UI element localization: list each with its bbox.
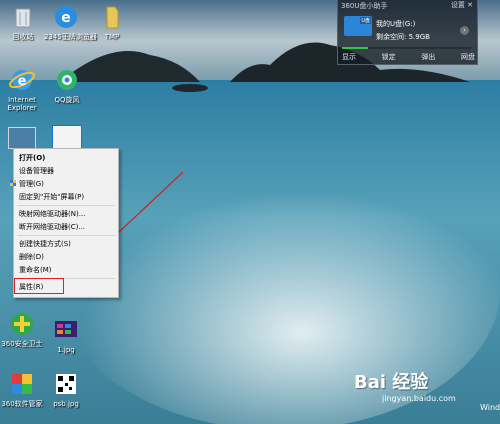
- computer-icon[interactable]: [8, 127, 36, 149]
- desktop-icon-360-security[interactable]: 360安全卫士: [0, 310, 44, 348]
- watermark-url: jingyan.baidu.com: [382, 394, 456, 403]
- menu-item-open[interactable]: 打开(O): [19, 153, 45, 163]
- chevron-right-icon[interactable]: ›: [460, 26, 469, 35]
- menu-item-disconnect-drive[interactable]: 断开网络驱动器(C)...: [19, 222, 85, 232]
- eject-button[interactable]: 弹出: [421, 52, 435, 62]
- context-menu: 打开(O) 设备管理器 管理(G) 固定到"开始"屏幕(P) 映射网络驱动器(N…: [10, 148, 119, 298]
- menu-item-label: 管理(G): [19, 180, 44, 188]
- desktop-icon-recycle-bin[interactable]: 回收站: [1, 3, 45, 41]
- svg-text:e: e: [18, 74, 27, 89]
- 360-software-icon: [12, 374, 32, 394]
- menu-separator: [17, 235, 115, 236]
- recycle-bin-icon: [15, 8, 31, 28]
- drive-name: 我的U盘(G:): [376, 20, 416, 28]
- desktop-icon-label: QQ旋风: [54, 96, 80, 104]
- widget-title: 360U盘小助手: [341, 2, 388, 10]
- menu-item-device-manager[interactable]: 设备管理器: [19, 166, 54, 176]
- desktop-icon-label: 回收站: [12, 33, 34, 41]
- widget-controls[interactable]: 设置 ✕: [451, 0, 473, 10]
- drive-free-space: 剩余空间: 5.9GB: [376, 33, 430, 41]
- desktop-icon-label: 2345王牌浏览器: [44, 33, 97, 41]
- show-button[interactable]: 显示: [342, 52, 356, 62]
- cloud-disk-button[interactable]: 网盘: [461, 52, 475, 62]
- desktop-icon-360-software[interactable]: 360软件管家: [0, 370, 44, 408]
- usb-drive-widget: 360U盘小助手 设置 ✕ U盘 我的U盘(G:) 剩余空间: 5.9GB › …: [337, 0, 478, 65]
- menu-item-map-drive[interactable]: 映射网络驱动器(N)...: [19, 209, 85, 219]
- shield-icon: [10, 180, 16, 186]
- desktop-icon-label: 360软件管家: [1, 400, 43, 408]
- qr-code-image-icon: [56, 374, 76, 394]
- menu-item-create-shortcut[interactable]: 创建快捷方式(S): [19, 239, 71, 249]
- desktop-icon-1jpg[interactable]: 1.jpg: [44, 316, 88, 354]
- baidu-jingyan-logo: Bai 经验: [354, 372, 429, 393]
- folder-icon: [106, 6, 119, 29]
- desktop-icon-label: 360安全卫士: [1, 340, 43, 348]
- menu-item-delete[interactable]: 删除(D): [19, 252, 44, 262]
- finance-app-icon[interactable]: [52, 125, 82, 149]
- desktop-icon-psbjpg[interactable]: psb.jpg: [44, 370, 88, 408]
- ie-e-icon: e: [55, 6, 77, 28]
- desktop-icon-browser[interactable]: e 2345王牌浏览器: [44, 3, 97, 41]
- usb-drive-icon: U盘: [344, 16, 372, 36]
- desktop-icon-label: TMP: [104, 33, 120, 41]
- menu-separator: [17, 205, 115, 206]
- desktop-icon-ie[interactable]: e Internet Explorer: [0, 66, 44, 112]
- image-file-icon: [55, 321, 77, 337]
- menu-item-manage[interactable]: 管理(G): [10, 179, 44, 189]
- internet-explorer-icon: e: [9, 70, 35, 90]
- drive-tag: U盘: [360, 17, 371, 24]
- properties-highlight-box: [14, 278, 64, 294]
- desktop-icon-label: 1.jpg: [57, 346, 75, 354]
- drive-usage-bar: [342, 47, 471, 49]
- desktop-icon-tmp[interactable]: TMP: [90, 3, 134, 41]
- menu-item-pin-start[interactable]: 固定到"开始"屏幕(P): [19, 192, 84, 202]
- desktop-icon-label: Internet Explorer: [7, 96, 37, 112]
- menu-item-rename[interactable]: 重命名(M): [19, 265, 52, 275]
- desktop-icon-qq[interactable]: QQ旋风: [45, 66, 89, 104]
- lock-button[interactable]: 锁定: [382, 52, 396, 62]
- widget-actions: 显示 锁定 弹出 网盘: [342, 52, 475, 62]
- drive-usage-fill: [342, 47, 368, 49]
- svg-text:e: e: [61, 10, 71, 26]
- windows-watermark: Windo: [480, 403, 500, 412]
- qq-whirlwind-icon: [57, 70, 77, 90]
- desktop-icon-label: psb.jpg: [53, 400, 79, 408]
- 360-security-icon: [11, 313, 33, 335]
